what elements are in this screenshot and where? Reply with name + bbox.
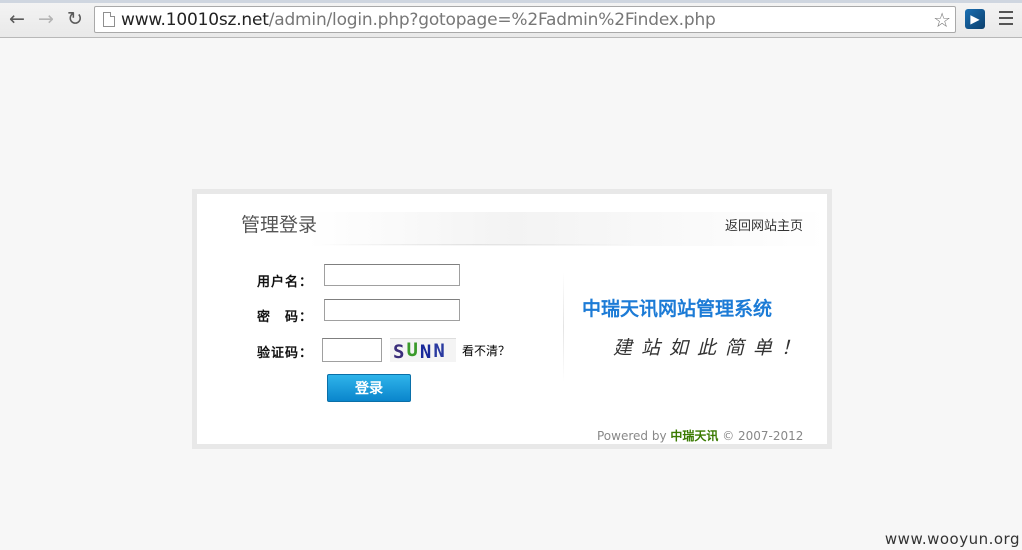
header-underline (317, 244, 637, 245)
tab-strip (0, 0, 1022, 3)
username-input[interactable] (324, 264, 460, 286)
page-icon (103, 12, 115, 27)
captcha-input[interactable] (322, 338, 382, 362)
extension-icon[interactable]: ▶ (965, 9, 985, 29)
footer-credit: Powered by 中瑞天讯 © 2007-2012 (597, 427, 803, 444)
home-page-link[interactable]: 返回网站主页 (725, 215, 803, 234)
menu-icon[interactable] (999, 11, 1013, 25)
page-title: 管理登录 (241, 214, 318, 236)
forward-arrow-icon[interactable]: → (35, 8, 57, 30)
brand-name: 中瑞天讯网站管理系统 (582, 298, 773, 320)
captcha-letter: N (433, 340, 447, 362)
captcha-label: 验证码： (257, 346, 314, 361)
captcha-letter: N (419, 341, 434, 362)
footer-copyright: © 2007-2012 (718, 429, 804, 443)
vertical-divider (563, 272, 564, 382)
star-icon[interactable]: ☆ (933, 8, 951, 32)
address-bar[interactable]: www.10010sz.net/admin/login.php?gotopage… (94, 6, 956, 33)
username-label: 用户名： (257, 275, 314, 290)
captcha-image[interactable]: SUNN (390, 338, 456, 362)
footer-powered-by: Powered by (597, 429, 671, 443)
password-label: 密 码： (257, 310, 314, 325)
back-arrow-icon[interactable]: ← (6, 8, 28, 30)
url-host: www.10010sz.net (121, 9, 269, 30)
captcha-letter: S (393, 341, 407, 362)
url-path: /admin/login.php?gotopage=%2Fadmin%2Find… (268, 9, 716, 30)
browser-toolbar: ← → ↻ www.10010sz.net/admin/login.php?go… (0, 0, 1022, 38)
captcha-letter: U (406, 339, 420, 361)
login-button[interactable]: 登录 (327, 374, 411, 402)
refresh-captcha-link[interactable]: 看不清？ (462, 342, 510, 359)
brand-slogan: 建站如此简单！ (613, 337, 810, 359)
watermark-text: www.wooyun.org (884, 530, 1020, 548)
login-panel-frame: 管理登录 返回网站主页 用户名： 密 码： 验证码： SUNN 看不清？ 登录 … (192, 189, 832, 449)
password-input[interactable] (324, 299, 460, 321)
reload-icon[interactable]: ↻ (64, 8, 86, 30)
url-text[interactable]: www.10010sz.net/admin/login.php?gotopage… (121, 10, 716, 30)
footer-company: 中瑞天讯 (670, 429, 719, 443)
login-panel: 管理登录 返回网站主页 用户名： 密 码： 验证码： SUNN 看不清？ 登录 … (197, 194, 827, 444)
